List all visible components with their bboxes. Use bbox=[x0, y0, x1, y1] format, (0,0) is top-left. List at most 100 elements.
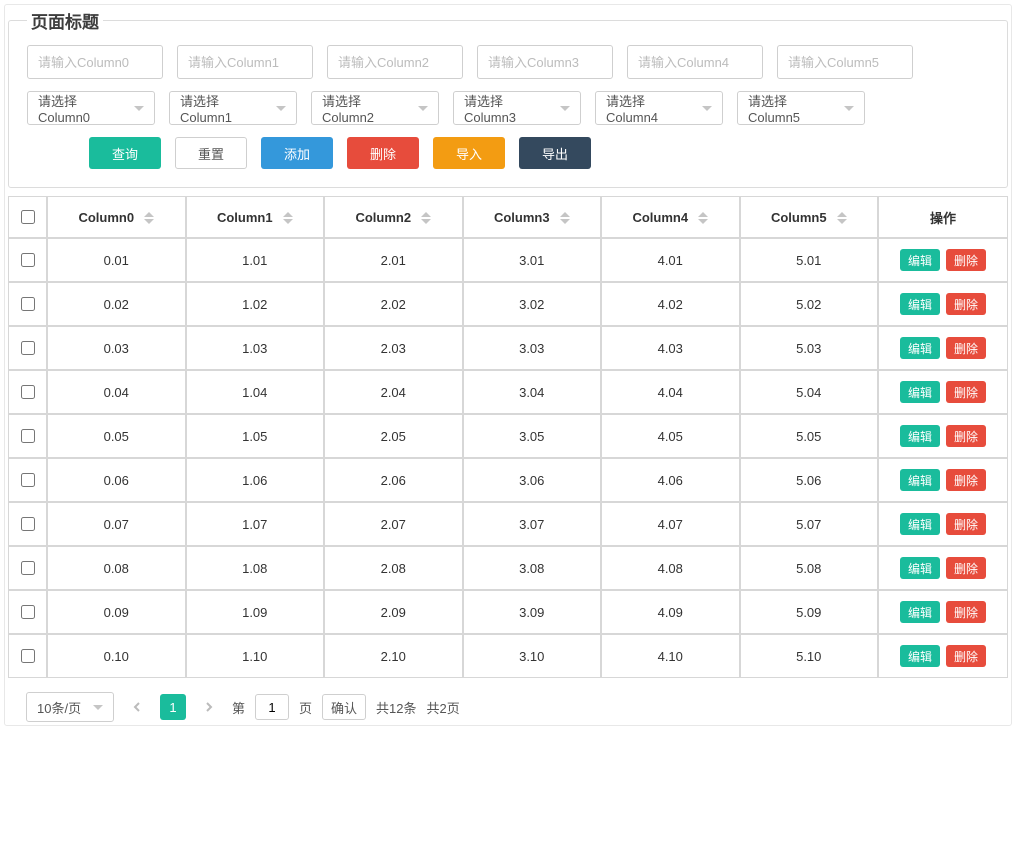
row-edit-button[interactable]: 编辑 bbox=[900, 337, 940, 359]
row-checkbox-cell bbox=[8, 546, 47, 590]
row-edit-button[interactable]: 编辑 bbox=[900, 381, 940, 403]
sort-icon[interactable] bbox=[144, 212, 154, 224]
chevron-down-icon bbox=[418, 106, 428, 111]
sort-icon[interactable] bbox=[421, 212, 431, 224]
row-edit-button[interactable]: 编辑 bbox=[900, 293, 940, 315]
filter-select-label: 请选择Column3 bbox=[464, 91, 554, 125]
row-actions-cell: 编辑删除 bbox=[878, 634, 1008, 678]
filter-select-5[interactable]: 请选择Column5 bbox=[737, 91, 865, 125]
cell: 2.04 bbox=[324, 370, 463, 414]
query-button[interactable]: 查询 bbox=[89, 137, 161, 169]
pager-confirm-button[interactable]: 确认 bbox=[322, 694, 366, 720]
cell: 3.09 bbox=[463, 590, 602, 634]
filter-input-5[interactable] bbox=[777, 45, 913, 79]
filter-select-row: 请选择Column0 请选择Column1 请选择Column2 请选择Column3… bbox=[27, 91, 989, 125]
cell: 4.08 bbox=[601, 546, 740, 590]
row-delete-button[interactable]: 删除 bbox=[946, 337, 986, 359]
table-row: 0.071.072.073.074.075.07编辑删除 bbox=[8, 502, 1008, 546]
row-checkbox[interactable] bbox=[21, 429, 35, 443]
column-header-actions: 操作 bbox=[878, 196, 1008, 238]
row-checkbox[interactable] bbox=[21, 385, 35, 399]
row-checkbox[interactable] bbox=[21, 605, 35, 619]
column-header-0[interactable]: Column0 bbox=[47, 196, 186, 238]
filter-select-0[interactable]: 请选择Column0 bbox=[27, 91, 155, 125]
table-row: 0.101.102.103.104.105.10编辑删除 bbox=[8, 634, 1008, 678]
export-button[interactable]: 导出 bbox=[519, 137, 591, 169]
row-checkbox[interactable] bbox=[21, 297, 35, 311]
filter-select-1[interactable]: 请选择Column1 bbox=[169, 91, 297, 125]
sort-icon[interactable] bbox=[283, 212, 293, 224]
row-delete-button[interactable]: 删除 bbox=[946, 381, 986, 403]
row-checkbox[interactable] bbox=[21, 253, 35, 267]
row-actions-cell: 编辑删除 bbox=[878, 238, 1008, 282]
row-delete-button[interactable]: 删除 bbox=[946, 469, 986, 491]
row-delete-button[interactable]: 删除 bbox=[946, 601, 986, 623]
cell: 0.08 bbox=[47, 546, 186, 590]
add-button[interactable]: 添加 bbox=[261, 137, 333, 169]
chevron-down-icon bbox=[560, 106, 570, 111]
cell: 5.08 bbox=[740, 546, 879, 590]
delete-button[interactable]: 删除 bbox=[347, 137, 419, 169]
pager-prev-button[interactable] bbox=[124, 694, 150, 720]
table-row: 0.051.052.053.054.055.05编辑删除 bbox=[8, 414, 1008, 458]
row-delete-button[interactable]: 删除 bbox=[946, 249, 986, 271]
row-delete-button[interactable]: 删除 bbox=[946, 293, 986, 315]
row-edit-button[interactable]: 编辑 bbox=[900, 469, 940, 491]
reset-button[interactable]: 重置 bbox=[175, 137, 247, 169]
row-delete-button[interactable]: 删除 bbox=[946, 513, 986, 535]
column-header-4[interactable]: Column4 bbox=[601, 196, 740, 238]
row-edit-button[interactable]: 编辑 bbox=[900, 601, 940, 623]
column-header-3[interactable]: Column3 bbox=[463, 196, 602, 238]
filter-select-2[interactable]: 请选择Column2 bbox=[311, 91, 439, 125]
filter-input-4[interactable] bbox=[627, 45, 763, 79]
cell: 1.03 bbox=[186, 326, 325, 370]
filter-input-0[interactable] bbox=[27, 45, 163, 79]
column-header-1[interactable]: Column1 bbox=[186, 196, 325, 238]
pager-next-button[interactable] bbox=[196, 694, 222, 720]
row-actions-cell: 编辑删除 bbox=[878, 590, 1008, 634]
sort-icon[interactable] bbox=[837, 212, 847, 224]
row-delete-button[interactable]: 删除 bbox=[946, 557, 986, 579]
cell: 4.06 bbox=[601, 458, 740, 502]
pager-page-1[interactable]: 1 bbox=[160, 694, 186, 720]
select-all-checkbox[interactable] bbox=[21, 210, 35, 224]
filter-select-4[interactable]: 请选择Column4 bbox=[595, 91, 723, 125]
row-edit-button[interactable]: 编辑 bbox=[900, 513, 940, 535]
column-header-2[interactable]: Column2 bbox=[324, 196, 463, 238]
chevron-down-icon bbox=[702, 106, 712, 111]
filter-input-1[interactable] bbox=[177, 45, 313, 79]
pager-goto-input[interactable] bbox=[255, 694, 289, 720]
row-checkbox[interactable] bbox=[21, 649, 35, 663]
pager-total-pages: 共2页 bbox=[427, 698, 460, 717]
page-size-select[interactable]: 10条/页 bbox=[26, 692, 114, 722]
cell: 3.08 bbox=[463, 546, 602, 590]
sort-icon[interactable] bbox=[698, 212, 708, 224]
row-delete-button[interactable]: 删除 bbox=[946, 645, 986, 667]
chevron-left-icon bbox=[132, 702, 142, 712]
table-row: 0.031.032.033.034.035.03编辑删除 bbox=[8, 326, 1008, 370]
row-checkbox[interactable] bbox=[21, 561, 35, 575]
cell: 4.01 bbox=[601, 238, 740, 282]
row-checkbox[interactable] bbox=[21, 517, 35, 531]
cell: 1.07 bbox=[186, 502, 325, 546]
filter-input-3[interactable] bbox=[477, 45, 613, 79]
row-edit-button[interactable]: 编辑 bbox=[900, 249, 940, 271]
row-edit-button[interactable]: 编辑 bbox=[900, 557, 940, 579]
row-edit-button[interactable]: 编辑 bbox=[900, 425, 940, 447]
column-header-5[interactable]: Column5 bbox=[740, 196, 879, 238]
cell: 2.08 bbox=[324, 546, 463, 590]
row-checkbox-cell bbox=[8, 634, 47, 678]
row-checkbox[interactable] bbox=[21, 341, 35, 355]
filter-input-2[interactable] bbox=[327, 45, 463, 79]
data-table: Column0Column1Column2Column3Column4Colum… bbox=[8, 196, 1008, 678]
sort-icon[interactable] bbox=[560, 212, 570, 224]
row-delete-button[interactable]: 删除 bbox=[946, 425, 986, 447]
filter-select-3[interactable]: 请选择Column3 bbox=[453, 91, 581, 125]
chevron-down-icon bbox=[93, 705, 103, 710]
import-button[interactable]: 导入 bbox=[433, 137, 505, 169]
cell: 5.10 bbox=[740, 634, 879, 678]
filter-select-label: 请选择Column0 bbox=[38, 91, 128, 125]
row-checkbox[interactable] bbox=[21, 473, 35, 487]
row-edit-button[interactable]: 编辑 bbox=[900, 645, 940, 667]
table-row: 0.091.092.093.094.095.09编辑删除 bbox=[8, 590, 1008, 634]
